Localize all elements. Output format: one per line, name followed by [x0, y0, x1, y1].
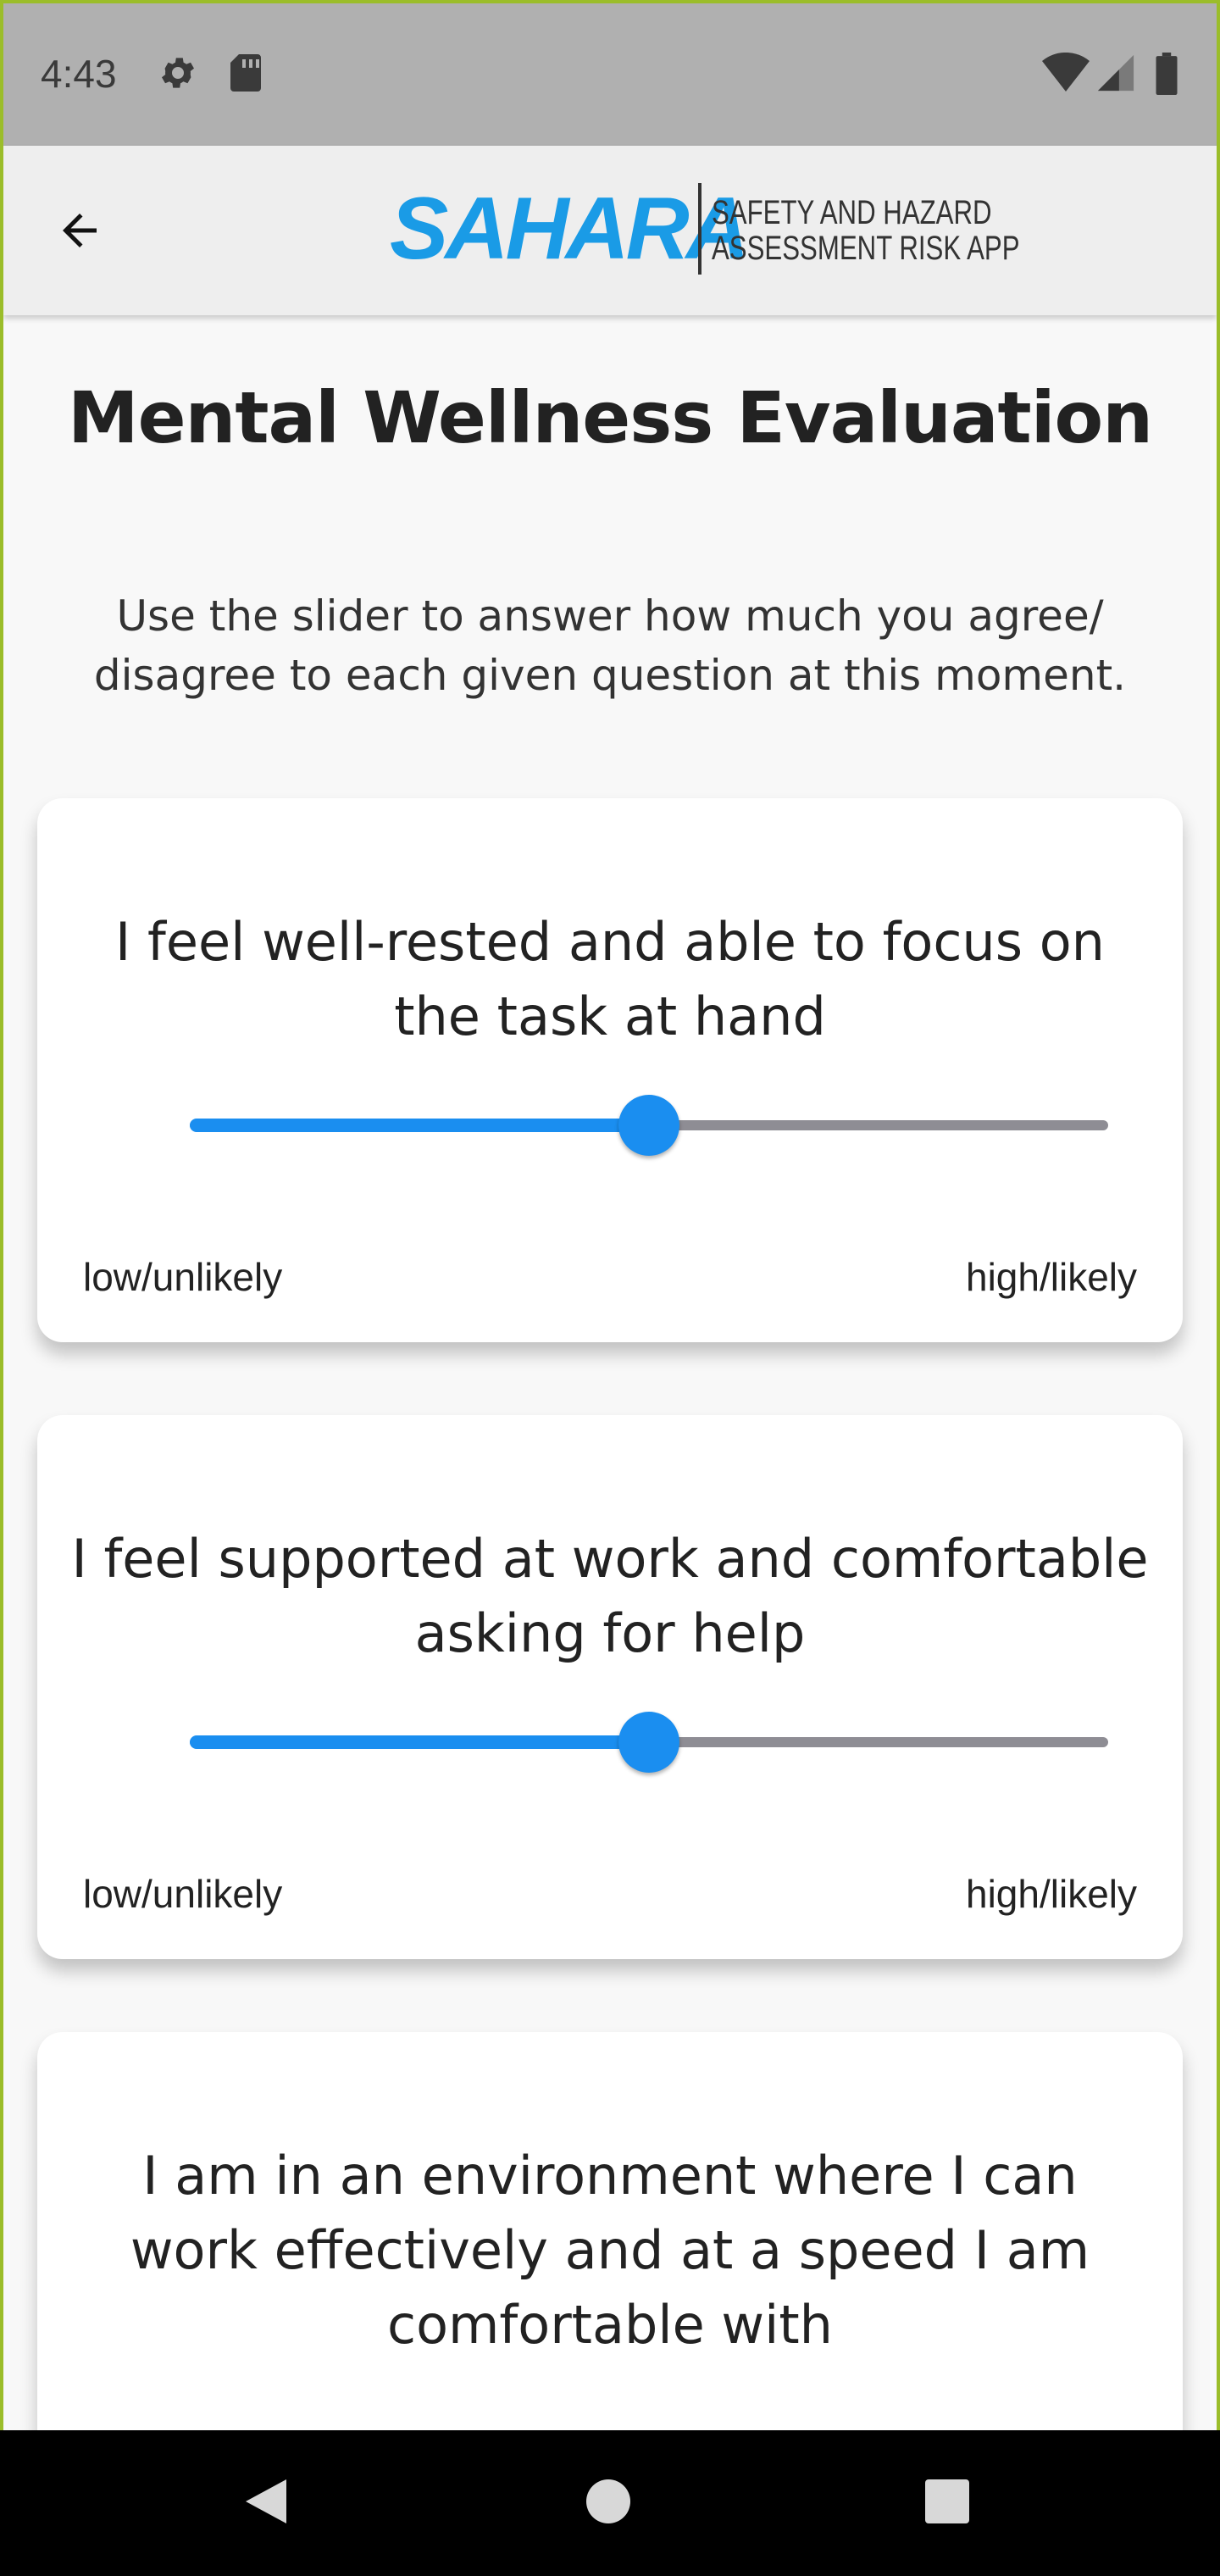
slider-high-label: high/likely	[966, 1255, 1137, 1299]
slider-low-label: low/unlikely	[83, 1872, 283, 1916]
logo-divider	[698, 183, 702, 275]
nav-back-button[interactable]	[239, 2474, 293, 2529]
question-card: I feel well-rested and able to focus on …	[37, 798, 1183, 1342]
recents-square-icon	[925, 2479, 969, 2523]
back-triangle-icon	[246, 2479, 286, 2523]
back-button[interactable]	[47, 198, 112, 263]
battery-icon	[1156, 53, 1178, 95]
question-text: I feel supported at work and comfortable…	[71, 1528, 1149, 1664]
logo-wordmark: SAHARA	[390, 180, 750, 278]
system-nav-bar	[0, 2430, 1220, 2576]
arrow-left-icon	[63, 214, 97, 247]
status-bar: 4:43	[3, 3, 1217, 146]
logo-tagline: SAFETY AND HAZARD ASSESSMENT RISK APP	[712, 195, 1020, 266]
slider-low-label: low/unlikely	[83, 1255, 283, 1299]
logo-tagline-line1: SAFETY AND HAZARD	[712, 194, 992, 231]
app-bar: SAHARA SAFETY AND HAZARD ASSESSMENT RISK…	[3, 146, 1217, 315]
question-card: I feel supported at work and comfortable…	[37, 1415, 1183, 1959]
slider-thumb[interactable]	[618, 1095, 679, 1156]
agreement-slider[interactable]	[156, 1091, 1108, 1159]
agreement-slider[interactable]	[156, 1708, 1108, 1776]
app-screen: 4:43 SAHARA SAFETY AND HAZARD ASSESSMENT…	[0, 0, 1220, 2576]
page-title: Mental Wellness Evaluation	[67, 376, 1153, 459]
sahara-logo: SAHARA SAFETY AND HAZARD ASSESSMENT RISK…	[390, 176, 1020, 278]
slider-track-active	[190, 1735, 649, 1749]
nav-recents-button[interactable]	[920, 2474, 974, 2529]
signal-icon	[1097, 54, 1134, 92]
slider-track-active	[190, 1119, 649, 1132]
gear-icon	[162, 58, 194, 88]
question-text: I am in an environment where I can work …	[130, 2145, 1090, 2356]
instructions-text: Use the slider to answer how much you ag…	[93, 591, 1127, 700]
sdcard-icon	[230, 54, 261, 92]
status-time: 4:43	[41, 52, 117, 96]
nav-home-button[interactable]	[581, 2474, 635, 2529]
wifi-icon	[1042, 53, 1090, 92]
slider-thumb[interactable]	[618, 1712, 679, 1773]
home-circle-icon	[586, 2479, 630, 2523]
slider-high-label: high/likely	[966, 1872, 1137, 1916]
logo-tagline-line2: ASSESSMENT RISK APP	[712, 230, 1020, 267]
question-text: I feel well-rested and able to focus on …	[115, 911, 1105, 1047]
